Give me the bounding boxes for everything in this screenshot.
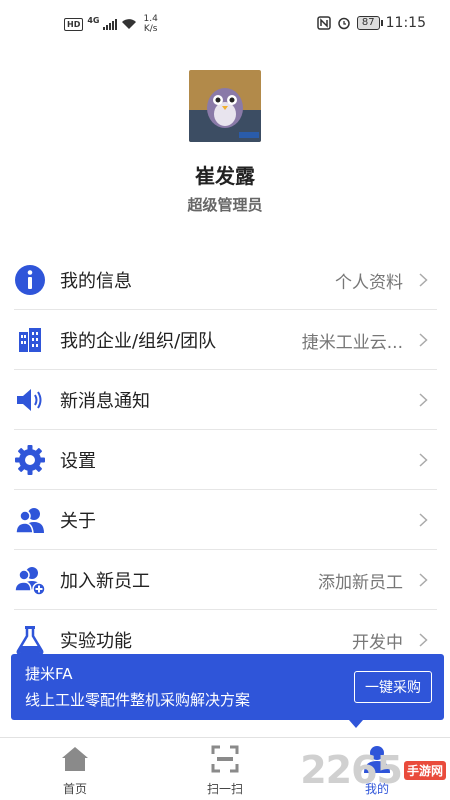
chevron-right-icon <box>419 573 428 587</box>
menu-item-label: 设置 <box>60 451 96 472</box>
gear-icon <box>15 445 45 475</box>
network-speed: 1.4 K/s <box>143 14 157 34</box>
menu-item-label: 加入新员工 <box>60 571 150 592</box>
menu-item-label: 新消息通知 <box>60 391 150 412</box>
banner-pointer <box>349 720 363 728</box>
chevron-right-icon <box>419 393 428 407</box>
home-icon <box>62 747 88 771</box>
avatar-image <box>189 70 261 142</box>
tab-home[interactable]: 首页 <box>20 744 130 800</box>
menu-item-label: 实验功能 <box>60 631 132 652</box>
nfc-icon <box>317 16 331 30</box>
add-user-icon <box>14 567 46 596</box>
menu-item-notifications[interactable]: 新消息通知 <box>0 370 450 430</box>
menu-item-value: 个人资料 <box>335 272 403 293</box>
avatar[interactable] <box>189 70 261 142</box>
profile-name: 崔发露 <box>195 164 255 188</box>
users-icon <box>15 508 44 534</box>
menu-item-label: 我的信息 <box>60 271 132 292</box>
status-left: HD 4G 1.4 K/s <box>64 14 158 34</box>
banner-title: 捷米FA <box>25 665 73 683</box>
watermark: 2265 手游网 <box>300 748 446 792</box>
chevron-right-icon <box>419 633 428 647</box>
menu-item-label: 我的企业/组织/团队 <box>60 331 217 352</box>
watermark-number: 2265 <box>300 748 403 792</box>
menu-item-my-enterprise[interactable]: 我的企业/组织/团队 捷米工业云... <box>0 310 450 370</box>
chevron-right-icon <box>419 453 428 467</box>
menu-item-settings[interactable]: 设置 <box>0 430 450 490</box>
watermark-text: 手游网 <box>403 760 446 780</box>
promo-banner[interactable]: 捷米FA 线上工业零配件整机采购解决方案 一键采购 <box>11 654 444 720</box>
hd-badge: HD <box>64 17 84 31</box>
tab-label: 首页 <box>62 782 87 796</box>
menu-item-value: 开发中 <box>352 632 403 653</box>
alarm-icon <box>338 17 350 30</box>
menu-item-label: 关于 <box>60 511 96 532</box>
tab-scan[interactable]: 扫一扫 <box>170 744 280 800</box>
tab-label: 扫一扫 <box>206 782 243 796</box>
chevron-right-icon <box>419 273 428 287</box>
chevron-right-icon <box>419 333 428 347</box>
status-right: 87 11:15 <box>317 15 426 31</box>
profile-role: 超级管理员 <box>187 196 263 214</box>
one-click-purchase-button[interactable]: 一键采购 <box>354 671 432 703</box>
wifi-icon <box>122 19 137 29</box>
chevron-right-icon <box>419 513 428 527</box>
building-icon <box>19 328 41 352</box>
menu-item-about[interactable]: 关于 <box>0 490 450 550</box>
banner-description: 线上工业零配件整机采购解决方案 <box>25 691 251 709</box>
menu-list: 我的信息 个人资料 我的企业/组织/团队 捷米工业云... 新消息通知 设置 关… <box>0 250 450 670</box>
speed-unit: K/s <box>143 24 158 34</box>
scan-icon <box>211 745 239 773</box>
menu-item-value: 捷米工业云... <box>301 332 403 353</box>
speed-value: 1.4 <box>143 14 158 24</box>
network-type: 4G <box>87 15 100 25</box>
clock: 11:15 <box>385 15 426 31</box>
info-icon <box>15 265 45 295</box>
battery-indicator: 87 <box>356 16 383 30</box>
menu-item-value: 添加新员工 <box>318 572 403 593</box>
speaker-icon <box>17 389 42 411</box>
menu-item-my-info[interactable]: 我的信息 个人资料 <box>0 250 450 310</box>
signal-icon <box>103 18 118 30</box>
status-bar: HD 4G 1.4 K/s 87 11:15 <box>0 0 450 52</box>
flask-icon <box>16 626 44 656</box>
menu-item-add-employee[interactable]: 加入新员工 添加新员工 <box>0 550 450 610</box>
